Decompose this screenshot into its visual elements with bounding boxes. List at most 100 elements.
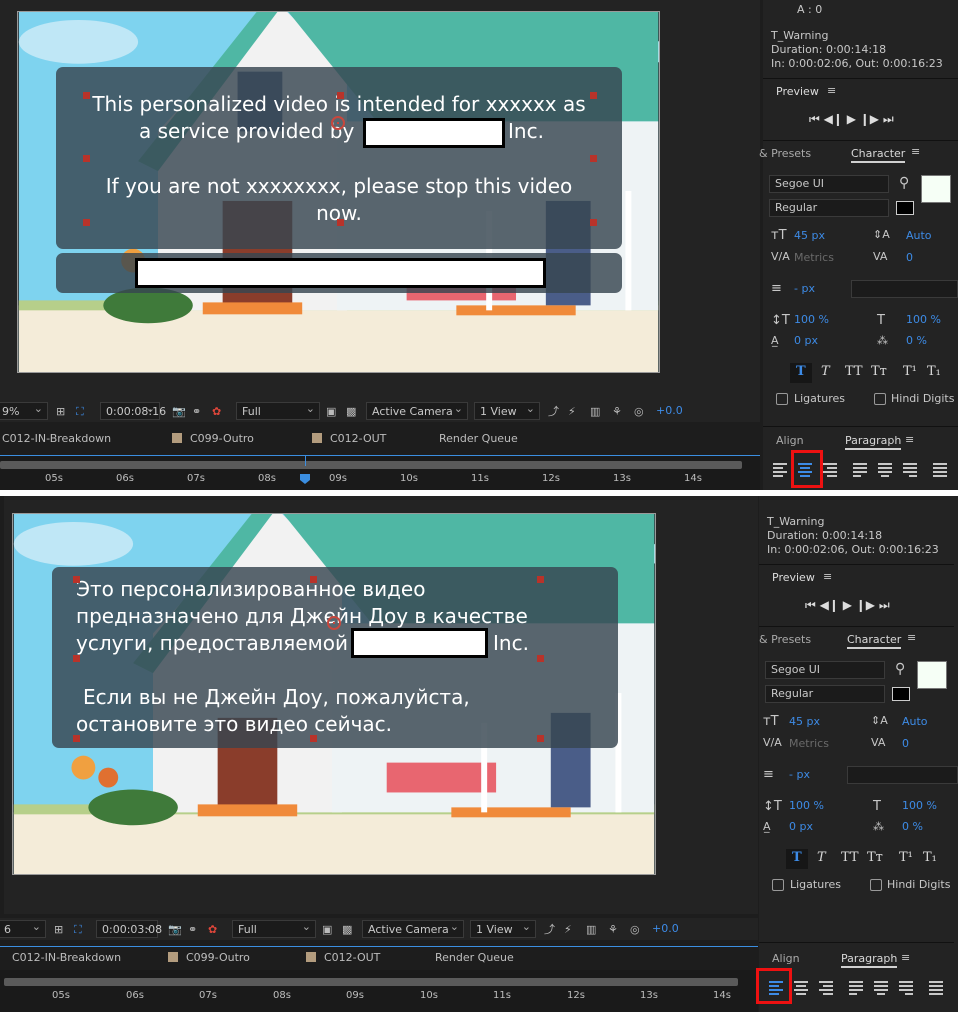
eyedropper-icon[interactable]: ⚲ [895,661,905,677]
transform-handle[interactable] [73,576,80,583]
playhead[interactable] [300,474,310,484]
channel-icon[interactable]: ⚭ [188,921,197,939]
stroke-width-value[interactable]: - px [794,282,815,295]
timecode-field[interactable]: 0:00:03:08 [96,918,162,938]
roi-icon[interactable]: ▣ [326,403,336,421]
justify-center-icon[interactable] [878,462,894,477]
timeline-icon[interactable]: ▥ [590,403,600,421]
panel-menu-icon[interactable]: ≡ [911,145,920,158]
tab-c012-out[interactable]: C012-OUT [312,432,386,445]
transform-handle[interactable] [337,219,344,226]
camera-icon[interactable]: 📷 [172,403,186,421]
small-caps-button[interactable]: Tт [871,364,887,379]
subscript-button[interactable]: T₁ [927,364,941,379]
justify-right-icon[interactable] [903,462,919,477]
toggle-pixel-icon[interactable]: ⤴ [548,403,559,421]
stroke-color-swatch[interactable] [896,201,914,215]
fast-preview-icon[interactable]: ⚡ [564,921,572,939]
transform-handle[interactable] [590,92,597,99]
roi-icon[interactable]: ▣ [322,921,332,939]
timeline-panel[interactable]: 05s 06s 07s 08s 09s 10s 11s 12s 13s 14s [0,970,758,1012]
transform-handle[interactable] [537,576,544,583]
flowchart-icon[interactable]: ⚘ [608,921,618,939]
faux-italic-button[interactable]: T [817,850,826,865]
subscript-button[interactable]: T₁ [923,850,937,865]
camera-dropdown[interactable]: Active Camera [362,918,464,938]
panel-menu-icon[interactable]: ≡ [823,570,832,583]
hindi-digits-checkbox[interactable] [874,393,886,405]
composition-viewer[interactable]: This personalized video is intended for … [0,0,760,400]
eyedropper-icon[interactable]: ⚲ [899,175,909,191]
transform-handle[interactable] [537,655,544,662]
kerning-value[interactable]: Metrics [794,251,834,264]
transform-handle[interactable] [83,92,90,99]
justify-left-icon[interactable] [853,462,869,477]
transform-handle[interactable] [310,735,317,742]
resolution-dropdown[interactable]: Full [232,918,316,938]
faux-italic-button[interactable]: T [821,364,830,379]
reset-exposure-icon[interactable]: ◎ [634,403,644,421]
tracking-value[interactable]: 0 [906,251,913,264]
baseline-shift-value[interactable]: 0 px [789,820,813,833]
view-layout-dropdown[interactable]: 1 View [474,400,540,420]
tab-align[interactable]: Align [776,434,804,447]
composition-viewer[interactable]: Это персонализированное видео предназнач… [4,496,758,914]
kerning-value[interactable]: Metrics [789,737,829,750]
camera-icon[interactable]: 📷 [168,921,182,939]
color-channels-icon[interactable]: ✿ [208,921,217,939]
align-right-icon[interactable] [819,980,835,995]
transparency-icon[interactable]: ▩ [342,921,352,939]
fast-preview-icon[interactable]: ⚡ [568,403,576,421]
tab-c012-in-breakdown[interactable]: C012-IN-Breakdown [12,951,121,964]
superscript-button[interactable]: T¹ [899,850,913,865]
ligatures-checkbox[interactable] [776,393,788,405]
reset-exposure-icon[interactable]: ◎ [630,921,640,939]
justify-all-icon[interactable] [929,980,945,995]
transparency-icon[interactable]: ▩ [346,403,356,421]
resolution-dropdown[interactable]: Full [236,400,320,420]
font-style-dropdown[interactable]: Regular [769,199,889,217]
justify-all-icon[interactable] [933,462,949,477]
justify-left-icon[interactable] [849,980,865,995]
transform-handle[interactable] [337,92,344,99]
hindi-digits-checkbox[interactable] [870,879,882,891]
transform-handle[interactable] [590,219,597,226]
tab-c012-out[interactable]: C012-OUT [306,951,380,964]
horizontal-scale-value[interactable]: 100 % [902,799,937,812]
grid-icon[interactable]: ⊞ [54,921,63,939]
ligatures-checkbox[interactable] [772,879,784,891]
small-caps-button[interactable]: Tт [867,850,883,865]
tsume-value[interactable]: 0 % [906,334,927,347]
justify-center-icon[interactable] [874,980,890,995]
anchor-point-icon[interactable] [327,616,341,630]
panel-menu-icon[interactable]: ≡ [827,84,836,97]
fill-color-swatch[interactable] [917,661,947,689]
faux-bold-button[interactable]: T [792,850,802,865]
stroke-style-dropdown[interactable] [847,766,958,784]
exposure-value[interactable]: +0.0 [652,920,679,938]
vertical-scale-value[interactable]: 100 % [789,799,824,812]
transform-handle[interactable] [83,155,90,162]
leading-value[interactable]: Auto [902,715,928,728]
timeline-panel[interactable]: 05s 06s 07s 08s 09s 10s 11s 12s 13s 14s [0,455,760,490]
tab-paragraph[interactable]: Paragraph [841,952,898,968]
stroke-style-dropdown[interactable] [851,280,958,298]
region-icon[interactable]: ⛶ [74,921,82,939]
anchor-point-icon[interactable] [331,116,345,130]
panel-menu-icon[interactable]: ≡ [907,631,916,644]
transform-handle[interactable] [590,155,597,162]
transform-handle[interactable] [73,655,80,662]
tab-character[interactable]: Character [847,633,902,649]
align-right-icon[interactable] [823,462,839,477]
work-area-bar[interactable] [4,978,738,986]
timecode-field[interactable]: 0:00:08:16 [100,400,166,420]
tab-effects-presets[interactable]: & Presets [759,633,811,646]
tab-c012-in-breakdown[interactable]: C012-IN-Breakdown [2,432,111,445]
transform-handle[interactable] [537,735,544,742]
time-ruler[interactable]: 05s 06s 07s 08s 09s 10s 11s 12s 13s 14s [4,976,738,1004]
timeline-icon[interactable]: ▥ [586,921,596,939]
faux-bold-button[interactable]: T [796,364,806,379]
font-family-dropdown[interactable]: Segoe UI [765,661,885,679]
fill-color-swatch[interactable] [921,175,951,203]
preview-controls[interactable]: ⏮ ◀❙ ▶ ❙▶ ⏭ [809,112,894,127]
